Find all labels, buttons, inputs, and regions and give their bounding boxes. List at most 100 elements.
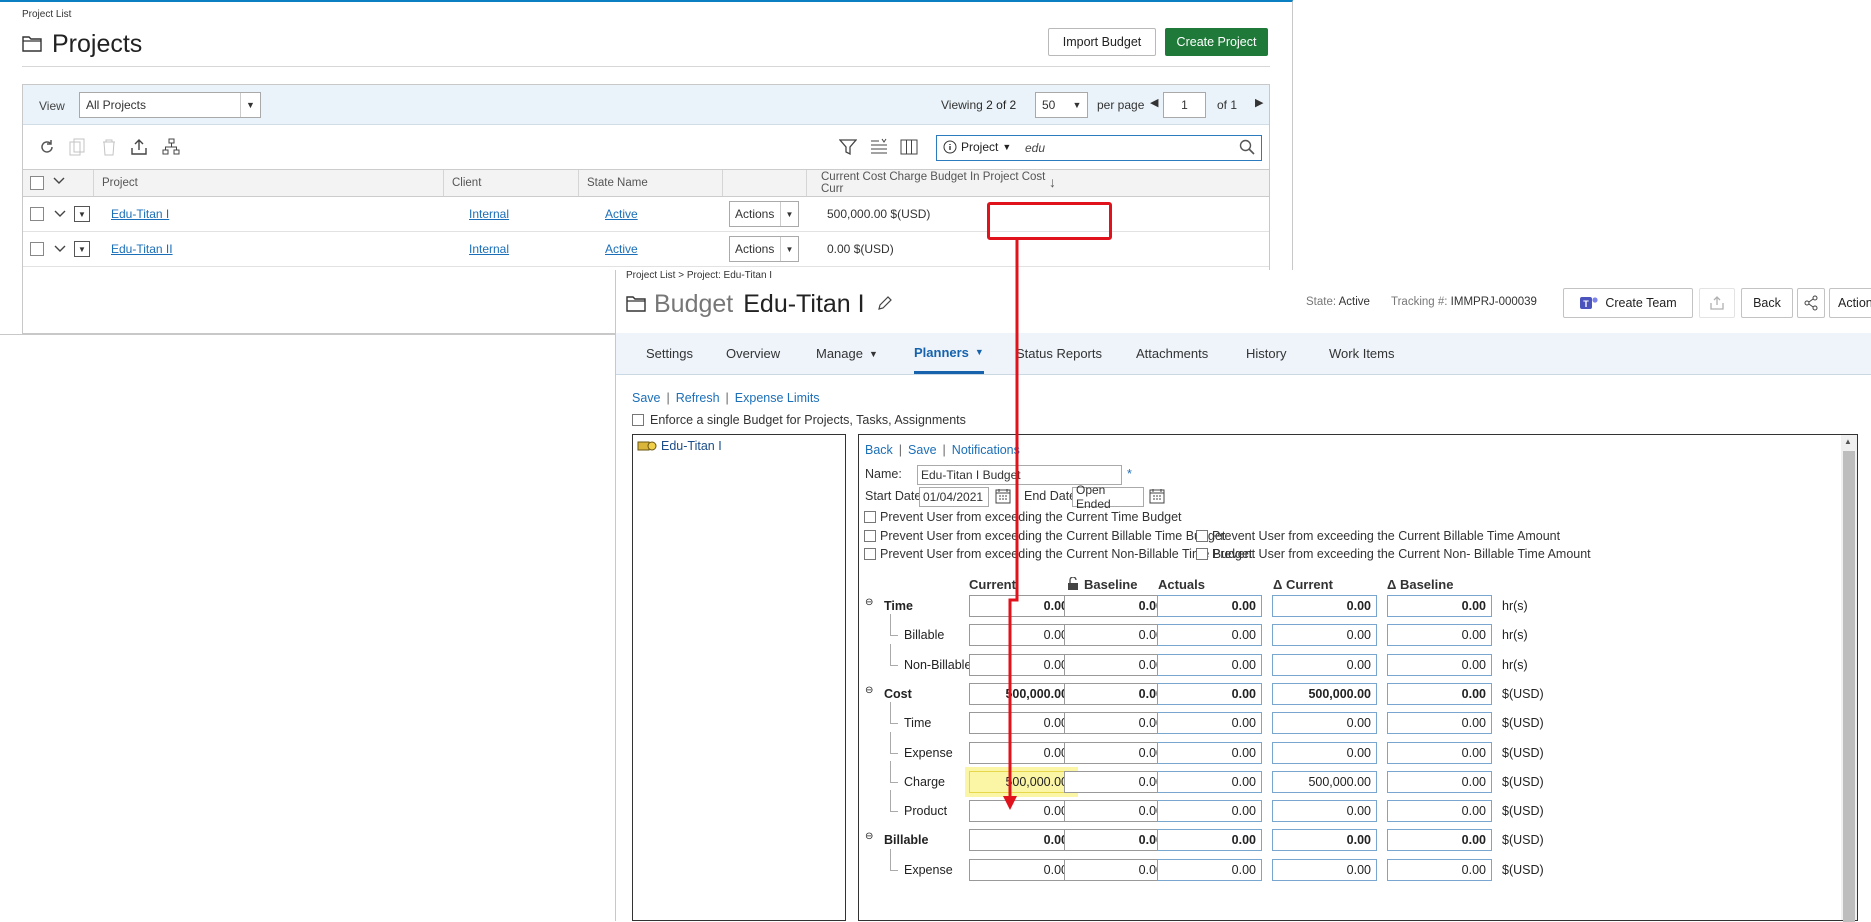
checkbox[interactable] [864,530,876,542]
export-button[interactable] [1699,288,1735,318]
budget-value-field[interactable]: 0.00 [1387,771,1492,793]
collapse-icon[interactable]: ⊖ [865,597,873,608]
budget-value-field[interactable]: 0.00 [969,800,1074,822]
collapse-icon[interactable]: ⊖ [865,831,873,842]
tab-settings[interactable]: Settings [646,333,693,374]
budget-value-field[interactable]: 0.00 [1387,859,1492,881]
budget-value-field[interactable]: 0.00 [1387,624,1492,646]
state-link[interactable]: Active [605,242,638,256]
chevron-down-icon[interactable] [53,176,65,189]
tab-planners[interactable]: Planners ▼ [914,333,984,374]
name-field[interactable]: Edu-Titan I Budget [917,465,1122,485]
budget-value-field[interactable]: 0.00 [1157,624,1262,646]
tab-history[interactable]: History [1246,333,1286,374]
budget-value-field[interactable]: 0.00 [1272,742,1377,764]
budget-value-field[interactable]: 0.00 [1157,771,1262,793]
budget-value-field[interactable]: 0.00 [1064,859,1169,881]
budget-value-field[interactable]: 0.00 [1387,800,1492,822]
save-link[interactable]: Save [632,391,661,405]
per-page-select[interactable]: 50 ▼ [1035,92,1088,118]
prevent-nonbillable-time-budget[interactable]: Prevent User from exceeding the Current … [864,547,1252,561]
budget-value-field[interactable]: 0.00 [1064,683,1169,705]
budget-value-field[interactable]: 0.00 [1064,742,1169,764]
row-checkbox[interactable] [30,242,44,256]
budget-value-field[interactable]: 0.00 [1064,712,1169,734]
client-link[interactable]: Internal [469,207,509,221]
budget-value-field[interactable]: 0.00 [1387,654,1492,676]
budget-value-field[interactable]: 0.00 [1387,712,1492,734]
hierarchy-icon[interactable] [161,137,181,157]
col-state[interactable]: State Name [578,170,722,196]
budget-value-field[interactable]: 500,000.00 [1272,683,1377,705]
state-link[interactable]: Active [605,207,638,221]
checkbox[interactable] [864,511,876,523]
checkbox[interactable] [1196,530,1208,542]
column-settings-icon[interactable] [869,137,889,157]
budget-value-field[interactable]: 0.00 [969,712,1074,734]
tab-status-reports[interactable]: Status Reports [1016,333,1102,374]
project-link[interactable]: Edu-Titan II [111,242,173,256]
prevent-time-budget[interactable]: Prevent User from exceeding the Current … [864,510,1182,524]
prevent-billable-time-budget[interactable]: Prevent User from exceeding the Current … [864,529,1225,543]
edit-pencil-icon[interactable] [877,295,893,314]
budget-value-field[interactable]: 0.00 [1272,800,1377,822]
budget-value-field[interactable]: 0.00 [969,654,1074,676]
end-date-field[interactable]: Open Ended [1072,483,1144,511]
view-select[interactable]: All Projects ▼ [79,92,261,118]
budget-value-field[interactable]: 0.00 [1064,624,1169,646]
budget-value-field[interactable]: 0.00 [1157,829,1262,851]
col-client[interactable]: Client [443,170,578,196]
tree-item[interactable]: Edu-Titan I [637,439,722,453]
select-all-checkbox[interactable] [30,176,44,190]
budget-value-field[interactable]: 500,000.00 [969,683,1074,705]
prevent-billable-time-amount[interactable]: Prevent User from exceeding the Current … [1196,529,1560,543]
create-project-button[interactable]: Create Project [1165,28,1268,56]
checkbox[interactable] [864,548,876,560]
budget-value-field[interactable]: 500,000.00 [1272,771,1377,793]
budget-value-field[interactable]: 0.00 [1157,595,1262,617]
calendar-icon[interactable] [1149,488,1165,507]
filter-icon[interactable] [838,137,858,157]
copy-icon[interactable] [67,137,87,157]
budget-value-field[interactable]: 0.00 [1387,683,1492,705]
tab-work-items[interactable]: Work Items [1329,333,1395,374]
budget-value-field[interactable]: 0.00 [1064,595,1169,617]
expense-limits-link[interactable]: Expense Limits [735,391,820,405]
columns-icon[interactable] [899,137,919,157]
search-input[interactable]: Project ▼ edu [936,135,1262,161]
export-icon[interactable] [129,137,149,157]
breadcrumb[interactable]: Project List > Project: Edu-Titan I [626,270,772,281]
budget-value-field[interactable]: 0.00 [1157,859,1262,881]
chevron-down-icon[interactable] [54,243,66,257]
budget-value-field[interactable]: 0.00 [1387,742,1492,764]
row-actions-button[interactable]: Actions ▼ [729,236,799,262]
col-budget[interactable]: Current Cost Charge Budget In Project Co… [806,170,1046,196]
budget-value-field[interactable]: 0.00 [1272,595,1377,617]
budget-value-field[interactable]: 0.00 [1272,829,1377,851]
delete-icon[interactable] [99,137,119,157]
back-button[interactable]: Back [1741,288,1793,318]
scrollbar-thumb[interactable] [1843,451,1855,922]
budget-value-field[interactable]: 0.00 [1157,683,1262,705]
calendar-icon[interactable] [995,488,1011,507]
refresh-link[interactable]: Refresh [676,391,720,405]
budget-value-field[interactable]: 0.00 [1064,829,1169,851]
prevent-nonbillable-time-amount[interactable]: Prevent User from exceeding the Current … [1196,547,1591,561]
row-checkbox[interactable] [30,207,44,221]
import-budget-button[interactable]: Import Budget [1048,28,1156,56]
budget-value-field[interactable]: 0.00 [1272,712,1377,734]
budget-value-field[interactable]: 0.00 [1157,654,1262,676]
budget-value-field[interactable]: 0.00 [969,595,1074,617]
budget-value-field[interactable]: 0.00 [1272,859,1377,881]
create-team-button[interactable]: T Create Team [1563,288,1693,318]
search-scope-select[interactable]: Project ▼ [943,140,1011,154]
budget-value-field[interactable]: 0.00 [1272,624,1377,646]
budget-value-field[interactable]: 0.00 [1157,712,1262,734]
budget-value-field[interactable]: 0.00 [1064,654,1169,676]
client-link[interactable]: Internal [469,242,509,256]
save-link[interactable]: Save [908,443,937,457]
checkbox[interactable] [1196,548,1208,560]
tab-overview[interactable]: Overview [726,333,780,374]
budget-value-field[interactable]: 0.00 [1064,800,1169,822]
project-link[interactable]: Edu-Titan I [111,207,169,221]
